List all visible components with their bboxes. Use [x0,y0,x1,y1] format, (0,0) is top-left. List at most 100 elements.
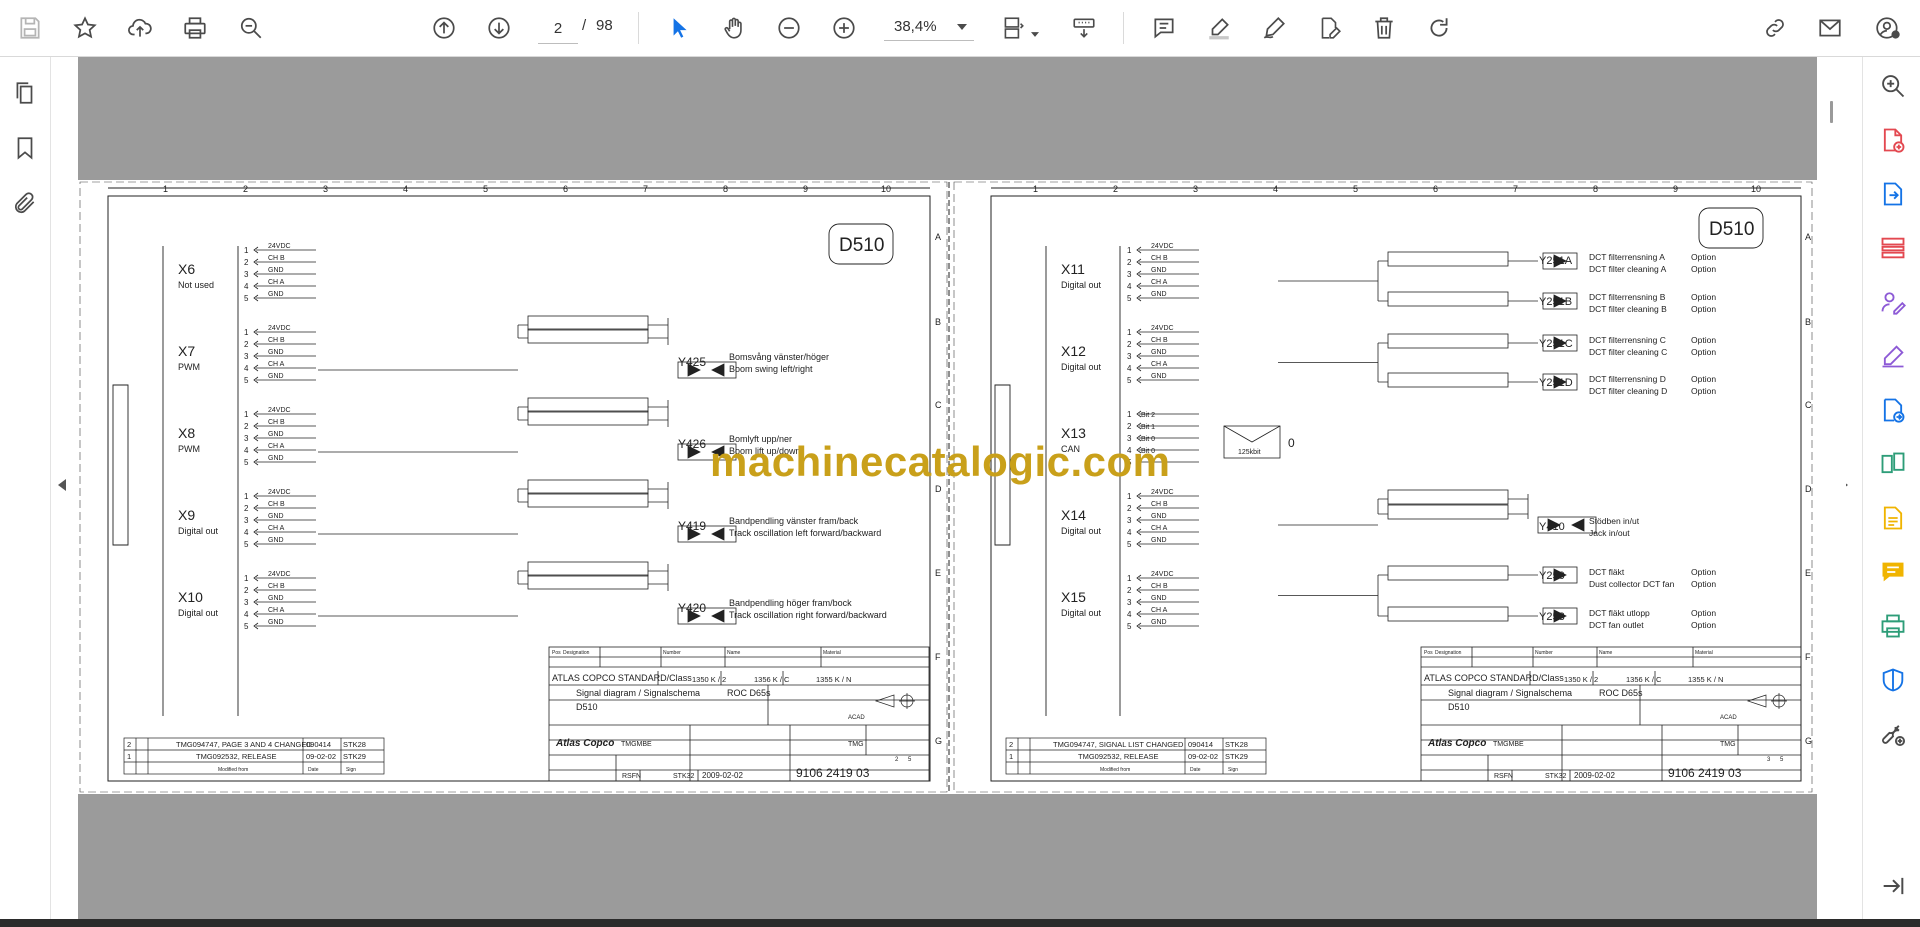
svg-text:Option: Option [1691,374,1716,384]
svg-text:3: 3 [1127,352,1132,361]
connector-desc: Digital out [1061,362,1102,372]
svg-text:GND: GND [268,537,284,544]
comment-icon[interactable] [1146,10,1182,46]
page-thumbnails-icon[interactable] [9,77,41,109]
valve-id: Y426 [678,437,706,451]
page-fit-dropdown-icon[interactable] [1031,24,1039,42]
svg-text:5: 5 [483,184,488,194]
zoom-in-icon[interactable] [826,10,862,46]
redo-icon[interactable] [1421,10,1457,46]
search-zoom-icon[interactable] [233,10,269,46]
create-pdf-icon[interactable] [1876,123,1910,157]
email-icon[interactable] [1812,10,1848,46]
svg-text:Bit 1: Bit 1 [1141,424,1155,431]
svg-text:Y251B: Y251B [1539,296,1572,308]
request-signatures-icon[interactable] [1876,285,1910,319]
highlight-pen-icon[interactable] [1201,10,1237,46]
can-bitrate: 125kbit [1238,449,1261,456]
svg-text:1: 1 [244,246,249,255]
page-number-input[interactable] [538,13,578,44]
top-toolbar: / 98 [0,0,1920,57]
svg-text:ROC D65s: ROC D65s [1599,688,1643,698]
hand-pan-icon[interactable] [716,10,752,46]
svg-text:4: 4 [1127,610,1132,619]
svg-text:1355 K / N: 1355 K / N [816,675,851,684]
svg-text:GND: GND [268,349,284,356]
zoom-out-icon[interactable] [771,10,807,46]
scrollbar-thumb[interactable] [1830,101,1833,123]
connector-desc: Digital out [178,526,219,536]
zoom-search-icon[interactable] [1876,69,1910,103]
organize-pages-icon[interactable] [1876,231,1910,265]
svg-text:GND: GND [1151,513,1167,520]
svg-text:4: 4 [244,610,249,619]
vertical-scrollbar[interactable] [1820,57,1846,919]
svg-text:Material: Material [1695,650,1713,656]
more-tools-icon[interactable] [1876,717,1910,751]
page-fit-icon[interactable] [995,10,1031,46]
svg-text:Option: Option [1691,292,1716,302]
next-page-icon[interactable] [481,10,517,46]
collapse-left-panel-icon[interactable] [58,478,72,498]
fill-sign-icon[interactable] [1876,339,1910,373]
svg-text:CH A: CH A [268,443,285,450]
svg-text:Number: Number [663,650,681,656]
svg-text:1355 K / N: 1355 K / N [1688,675,1723,684]
svg-text:7: 7 [1513,184,1518,194]
compare-files-icon[interactable] [1876,447,1910,481]
svg-text:4: 4 [1127,364,1132,373]
left-sheet-code: D510 [839,235,884,256]
svg-text:TMGMBE: TMGMBE [1493,741,1524,748]
svg-text:8: 8 [1593,184,1598,194]
svg-text:RSFN: RSFN [1494,773,1513,780]
bookmarks-icon[interactable] [9,132,41,164]
svg-text:Pos: Pos [1424,650,1433,656]
protect-shield-icon[interactable] [1876,663,1910,697]
star-bookmark-icon[interactable] [67,10,103,46]
svg-text:Option: Option [1691,347,1716,357]
draw-freehand-icon[interactable] [1256,10,1292,46]
svg-text:3: 3 [244,516,249,525]
svg-text:1: 1 [127,752,131,761]
svg-text:GND: GND [268,513,284,520]
connector-desc: PWM [178,362,200,372]
connector-desc: Digital out [1061,526,1102,536]
svg-text:3: 3 [244,434,249,443]
svg-text:1356 K / C: 1356 K / C [1626,675,1662,684]
attachments-icon[interactable] [9,187,41,219]
svg-text:1: 1 [1127,246,1132,255]
cloud-upload-icon[interactable] [122,10,158,46]
collapse-tools-icon[interactable] [1876,869,1910,903]
user-account-icon[interactable] [1870,10,1906,46]
svg-text:2: 2 [1127,422,1132,431]
export-pdf-icon[interactable] [1876,177,1910,211]
svg-text:ATLAS COPCO STANDARD/Class: ATLAS COPCO STANDARD/Class [1424,673,1564,683]
svg-text:1: 1 [1009,752,1013,761]
previous-page-icon[interactable] [426,10,462,46]
edit-pdf-icon[interactable] [1311,10,1347,46]
svg-text:CH A: CH A [1151,361,1168,368]
can-value: 0 [1288,436,1295,450]
select-cursor-icon[interactable] [661,10,697,46]
delete-trash-icon[interactable] [1366,10,1402,46]
connector-label: X9 [178,507,195,523]
svg-text:Material: Material [823,650,841,656]
comment-tool-icon[interactable] [1876,555,1910,589]
svg-text:GND: GND [268,619,284,626]
svg-text:D510: D510 [576,702,598,712]
share-link-icon[interactable] [1757,10,1793,46]
svg-text:TMG094747, SIGNAL LIST CHANGED: TMG094747, SIGNAL LIST CHANGED [1053,740,1184,749]
save-icon[interactable] [12,10,48,46]
svg-text:2: 2 [1127,586,1132,595]
svg-text:Y251A: Y251A [1539,255,1573,267]
print-icon[interactable] [177,10,213,46]
svg-text:GND: GND [268,373,284,380]
svg-text:Modified from: Modified from [1100,767,1130,773]
send-for-review-icon[interactable] [1876,393,1910,427]
svg-text:Modified from: Modified from [218,767,248,773]
scroll-mode-icon[interactable] [1066,10,1102,46]
zoom-dropdown-icon[interactable] [950,14,974,40]
print-production-icon[interactable] [1876,609,1910,643]
svg-text:F: F [1805,652,1811,662]
scan-ocr-icon[interactable] [1876,501,1910,535]
